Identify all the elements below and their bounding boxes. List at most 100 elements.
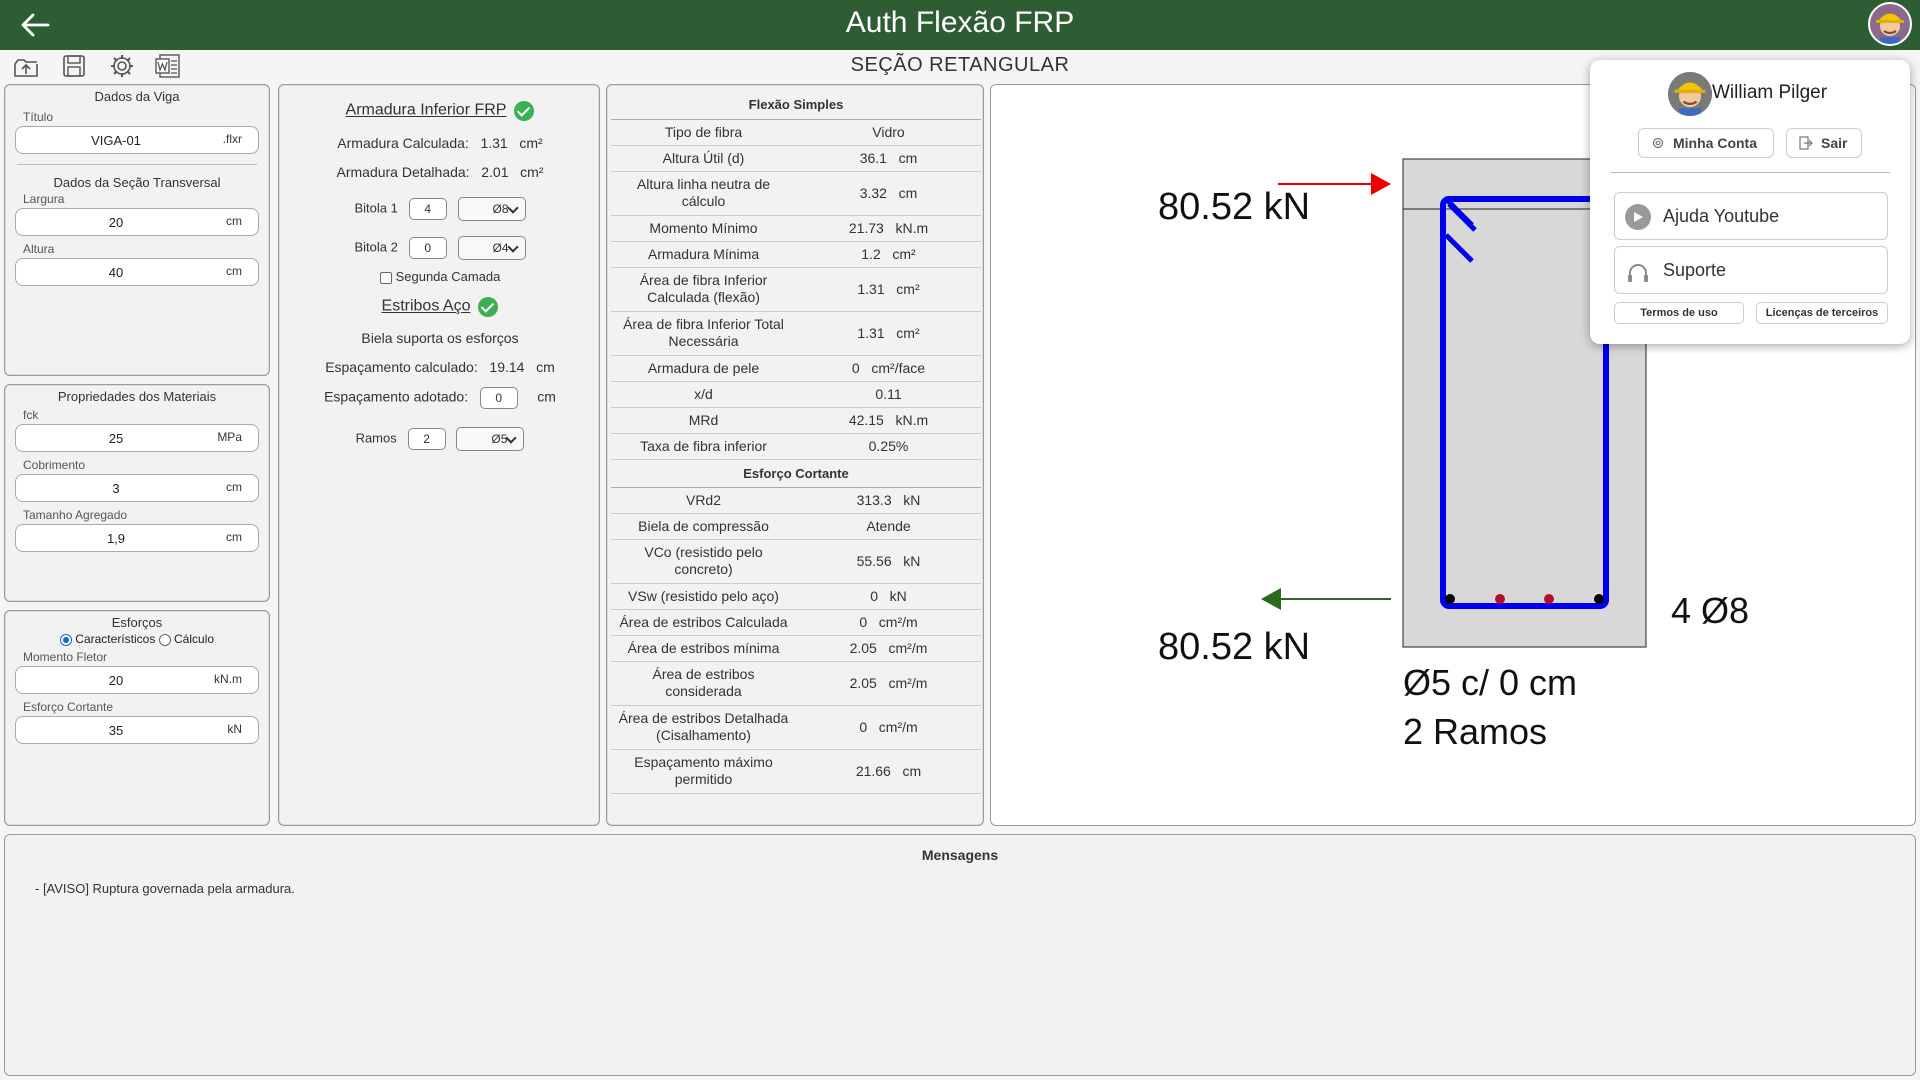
- bar-size-1-diameter-select[interactable]: Ø8: [457, 197, 526, 221]
- results-row: Área de fibra Inferior Calculada (flexão…: [611, 267, 981, 312]
- rebar-middle: [1495, 594, 1505, 604]
- legs-qty-input[interactable]: 2: [407, 428, 446, 450]
- results-row-label: Área de estribos Detalhada (Cisalhamento…: [611, 705, 796, 750]
- results-row: MRd 42.15 kN.m: [611, 407, 981, 434]
- compression-arrow-head: [1371, 173, 1391, 195]
- support-label: Suporte: [1663, 260, 1727, 280]
- shear-field[interactable]: 35 kN: [15, 716, 259, 744]
- results-row: Altura Útil (d) 36.1 cm: [611, 145, 981, 172]
- results-row-value: 0.25%: [796, 433, 981, 460]
- results-row-label: Espaçamento máximo permitido: [611, 749, 796, 794]
- results-row-value: 2.05 cm²/m: [796, 661, 981, 706]
- results-row-value: 3.32 cm: [796, 171, 981, 216]
- detailed-reinforcement-unit: cm²: [520, 164, 544, 180]
- calc-spacing-unit: cm: [536, 359, 555, 375]
- results-row-label: Biela de compressão: [611, 513, 796, 540]
- detailed-reinforcement-label: Armadura Detalhada:: [336, 164, 470, 180]
- divider: [17, 164, 257, 165]
- results-row-label: x/d: [611, 381, 796, 408]
- cover-field[interactable]: 3 cm: [15, 474, 259, 502]
- materials-heading: Propriedades dos Materiais: [57, 389, 217, 404]
- width-label: Largura: [23, 192, 65, 206]
- load-type-radio-group: Característicos Cálculo: [5, 632, 269, 646]
- adopted-spacing-unit: cm: [537, 388, 556, 405]
- my-account-button[interactable]: Minha Conta: [1638, 128, 1774, 158]
- results-row-label: MRd: [611, 407, 796, 434]
- rebar-corner: [1445, 594, 1455, 604]
- results-row-label: Área de fibra Inferior Total Necessária: [611, 311, 796, 356]
- results-row-label: Área de estribos considerada: [611, 661, 796, 706]
- results-row-label: Área de fibra Inferior Calculada (flexão…: [611, 267, 796, 312]
- results-row-value: 2.05 cm²/m: [796, 635, 981, 662]
- moment-field[interactable]: 20 kN.m: [15, 666, 259, 694]
- cover-value: 3: [112, 481, 120, 496]
- calc-spacing-label: Espaçamento calculado:: [325, 359, 478, 375]
- width-field[interactable]: 20 cm: [15, 208, 259, 236]
- results-row: Taxa de fibra inferior 0.25%: [611, 433, 981, 460]
- results-row-label: Altura Útil (d): [611, 145, 796, 172]
- shear-unit: kN: [227, 722, 242, 736]
- calc-reinforcement-row: Armadura Calculada: 1.31 cm²: [279, 135, 601, 151]
- results-row-value: Vidro: [796, 119, 981, 146]
- calc-spacing-value: 19.14: [489, 359, 525, 375]
- results-panel: Flexão Simples Tipo de fibra Vidro Altura Ú…: [606, 84, 984, 826]
- support-item[interactable]: Suporte: [1614, 246, 1888, 294]
- height-field[interactable]: 40 cm: [15, 258, 259, 286]
- results-row: Espaçamento máximo permitido 21.66 cm: [611, 749, 981, 794]
- tension-arrow-head: [1261, 588, 1281, 610]
- messages-heading: Mensagens: [921, 847, 999, 863]
- aggregate-field[interactable]: 1,9 cm: [15, 524, 259, 552]
- title-field[interactable]: VIGA-01 .flxr: [15, 126, 259, 154]
- calc-reinforcement-unit: cm²: [519, 135, 543, 151]
- results-row: Momento Mínimo 21.73 kN.m: [611, 215, 981, 242]
- beam-data-heading: Dados da Viga: [94, 89, 180, 104]
- user-avatar-button[interactable]: [1868, 2, 1912, 46]
- legs-diameter-select[interactable]: Ø5: [456, 427, 525, 451]
- logout-button[interactable]: Sair: [1786, 128, 1862, 158]
- fck-field[interactable]: 25 MPa: [15, 424, 259, 452]
- title-unit: .flxr: [222, 132, 242, 146]
- youtube-help-item[interactable]: Ajuda Youtube: [1614, 192, 1888, 240]
- radio-design[interactable]: [158, 633, 171, 646]
- rebar-count-label: 4 Ø8: [1671, 590, 1749, 631]
- fck-value: 25: [108, 431, 124, 446]
- results-row-value: 1.2 cm²: [796, 241, 981, 268]
- third-party-licenses-link[interactable]: Licenças de terceiros: [1756, 302, 1888, 324]
- title-value: VIGA-01: [91, 133, 141, 148]
- results-row-label: Área de estribos Calculada: [611, 609, 796, 636]
- logout-icon: [1799, 136, 1813, 150]
- calc-reinforcement-label: Armadura Calculada:: [337, 135, 469, 151]
- results-row-value: 0 kN: [796, 583, 981, 610]
- results-row: Tipo de fibra Vidro: [611, 119, 981, 146]
- adopted-spacing-input[interactable]: 0: [479, 387, 518, 409]
- second-layer-checkbox[interactable]: [379, 271, 392, 284]
- strut-status: Biela suporta os esforços: [361, 330, 519, 346]
- results-row-value: 0 cm²/face: [796, 355, 981, 382]
- youtube-icon: [1625, 204, 1651, 230]
- bar-size-1-qty-input[interactable]: 4: [408, 198, 447, 220]
- detailed-reinforcement-row: Armadura Detalhada: 2.01 cm²: [279, 164, 601, 180]
- height-value: 40: [108, 265, 124, 280]
- materials-panel: Propriedades dos Materiais fck 25 MPa Co…: [4, 384, 270, 602]
- bar-size-2-qty-input[interactable]: 0: [408, 237, 447, 259]
- shear-label: Esforço Cortante: [23, 700, 114, 714]
- popup-divider: [1610, 172, 1890, 173]
- detailed-reinforcement-value: 2.01: [481, 164, 509, 180]
- frp-heading-link[interactable]: Armadura Inferior FRP: [346, 102, 507, 119]
- terms-of-use-link[interactable]: Termos de uso: [1614, 302, 1744, 324]
- worker-avatar-icon: [1870, 4, 1910, 44]
- user-name: William Pilger: [1712, 82, 1828, 103]
- stirrups-heading-link[interactable]: Estribos Aço: [382, 298, 471, 315]
- logout-label: Sair: [1821, 135, 1848, 151]
- results-row: VCo (resistido pelo concreto) 55.56 kN: [611, 539, 981, 584]
- bar-size-2-diameter-select[interactable]: Ø4: [457, 236, 526, 260]
- legs-label: Ramos: [355, 430, 397, 446]
- stirrups-heading-row: Estribos Aço: [279, 297, 601, 317]
- check-ok-icon: [514, 101, 535, 121]
- cover-label: Cobrimento: [23, 458, 86, 472]
- results-row-value: 21.73 kN.m: [796, 215, 981, 242]
- gear-icon: [1652, 137, 1664, 149]
- radio-characteristic[interactable]: [59, 633, 72, 646]
- results-table: Flexão Simples Tipo de fibra Vidro Altura Ú…: [611, 91, 981, 794]
- radio-characteristic-label: Característicos: [75, 632, 156, 646]
